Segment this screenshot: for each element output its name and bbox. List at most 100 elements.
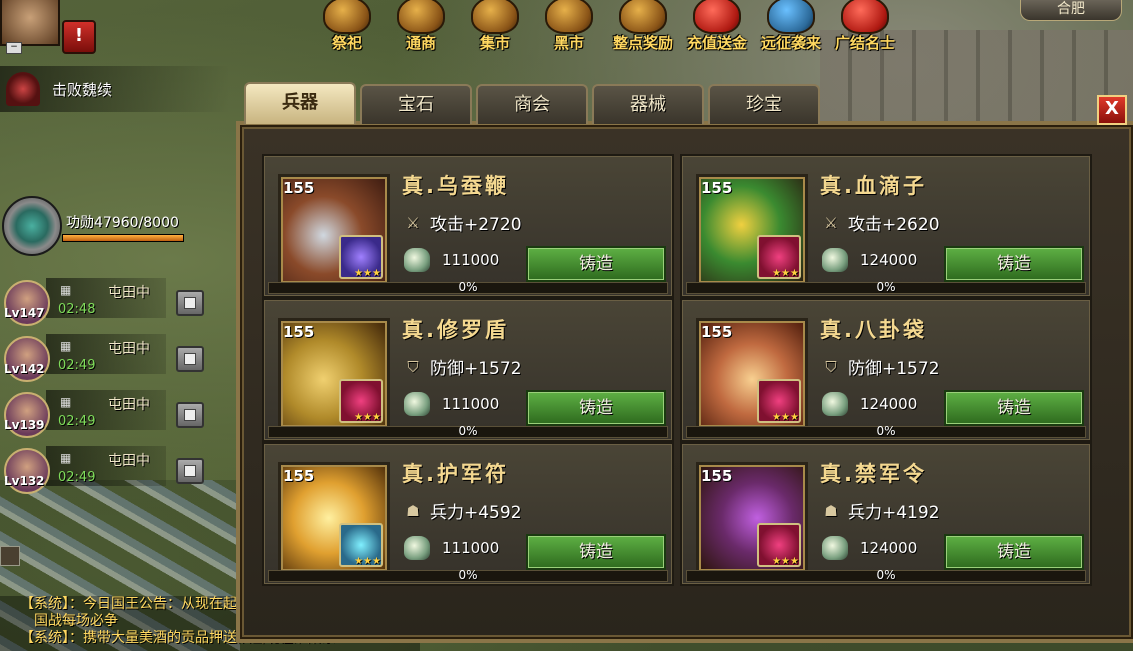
farm-row[interactable]: Lv139 ▦ 屯田中 02:49 (0, 390, 210, 446)
merit-bar-fill (63, 235, 183, 241)
cauldron-icon (323, 0, 371, 34)
chat-toggle-button[interactable] (0, 546, 20, 566)
star-rating: ★★★ (772, 268, 799, 279)
item-card: 155 ★★★ 真.禁军令 ☗ 兵力+4192 124000 铸造 0% (680, 442, 1092, 586)
close-button[interactable]: X (1097, 95, 1127, 125)
nav-expedition[interactable]: 远征袭来 (754, 0, 828, 56)
silver-icon (822, 248, 848, 272)
forge-progress: 0% (268, 424, 668, 438)
soldier-icon: ☗ (824, 501, 838, 520)
bell-icon (619, 0, 667, 34)
farm-toggle-button[interactable] (176, 458, 204, 484)
item-cost: 124000 (822, 536, 917, 560)
nav-trade[interactable]: 通商 (384, 0, 458, 56)
star-rating: ★★★ (354, 556, 381, 567)
item-stat: ⚔ 攻击+2620 (822, 210, 939, 236)
item-card: 155 ★★★ 真.修罗盾 ⛉ 防御+1572 111000 铸造 0% (262, 298, 674, 442)
tab-machinery[interactable]: 器械 (592, 84, 704, 124)
item-level: 155 (283, 323, 315, 341)
farm-row[interactable]: Lv142 ▦ 屯田中 02:49 (0, 334, 210, 390)
forge-button[interactable]: 铸造 (526, 246, 666, 282)
item-level: 155 (701, 179, 733, 197)
item-card: 155 ★★★ 真.血滴子 ⚔ 攻击+2620 124000 铸造 0% (680, 154, 1092, 298)
chest-icon (397, 0, 445, 34)
farm-list: Lv147 ▦ 屯田中 02:48 Lv142 ▦ 屯田中 02:49 Lv13… (0, 278, 210, 502)
gift-icon (693, 0, 741, 34)
item-name: 真.护军符 (402, 462, 509, 486)
forge-button[interactable]: 铸造 (944, 534, 1084, 570)
quest-row[interactable]: 击败魏续 (0, 66, 230, 112)
merit-panel[interactable]: 功勋47960/8000 (2, 196, 212, 256)
flag-icon: ▦ (60, 451, 72, 465)
merit-text: 功勋47960/8000 (66, 215, 179, 231)
forge-button[interactable]: 铸造 (526, 390, 666, 426)
farm-toggle-button[interactable] (176, 402, 204, 428)
item-cost: 111000 (404, 392, 499, 416)
item-name: 真.乌蚕鞭 (402, 174, 509, 198)
soldier-icon: ☗ (406, 501, 420, 520)
star-rating: ★★★ (354, 412, 381, 423)
nav-recharge[interactable]: 充值送金 (680, 0, 754, 56)
blackmarket-icon (545, 0, 593, 34)
forge-progress: 0% (268, 568, 668, 582)
silver-icon (404, 392, 430, 416)
flag-icon: ▦ (60, 283, 72, 297)
tab-gems[interactable]: 宝石 (360, 84, 472, 124)
item-cost: 111000 (404, 536, 499, 560)
lantern-icon (841, 0, 889, 34)
nav-market[interactable]: 集市 (458, 0, 532, 56)
merit-emblem-icon (2, 196, 62, 256)
tab-weapons[interactable]: 兵器 (244, 82, 356, 124)
item-stat: ⛉ 防御+1572 (822, 354, 939, 380)
item-image[interactable]: 155 ★★★ (696, 318, 808, 430)
alert-button[interactable]: ! (62, 20, 96, 54)
forge-progress: 0% (268, 280, 668, 294)
item-level: 155 (283, 467, 315, 485)
item-stat: ⛉ 防御+1572 (404, 354, 521, 380)
nav-recruit[interactable]: 广结名士 (828, 0, 902, 56)
item-name: 真.禁军令 (820, 462, 927, 486)
item-stat: ☗ 兵力+4592 (404, 498, 521, 524)
shield-icon: ⛉ (825, 357, 837, 376)
shield-icon: ⛉ (407, 357, 419, 376)
item-level: 155 (701, 323, 733, 341)
item-grid: 155 ★★★ 真.乌蚕鞭 ⚔ 攻击+2720 111000 铸造 0% 155 … (262, 154, 1092, 586)
farm-row[interactable]: Lv147 ▦ 屯田中 02:48 (0, 278, 210, 334)
item-name: 真.八卦袋 (820, 318, 927, 342)
forge-button[interactable]: 铸造 (944, 390, 1084, 426)
nav-hourly-reward[interactable]: 整点奖励 (606, 0, 680, 56)
item-image[interactable]: 155 ★★★ (278, 174, 390, 286)
expedition-icon (767, 0, 815, 34)
item-image[interactable]: 155 ★★★ (278, 462, 390, 574)
item-cost: 124000 (822, 248, 917, 272)
player-avatar[interactable] (0, 0, 60, 46)
star-rating: ★★★ (772, 412, 799, 423)
city-name-button[interactable]: 合肥 (1020, 0, 1122, 21)
nav-black-market[interactable]: 黑市 (532, 0, 606, 56)
farm-toggle-button[interactable] (176, 346, 204, 372)
item-image[interactable]: 155 ★★★ (696, 174, 808, 286)
silver-icon (822, 536, 848, 560)
tab-treasures[interactable]: 珍宝 (708, 84, 820, 124)
item-cost: 124000 (822, 392, 917, 416)
market-icon (471, 0, 519, 34)
item-name: 真.修罗盾 (402, 318, 509, 342)
item-stat: ⚔ 攻击+2720 (404, 210, 521, 236)
forge-progress: 0% (686, 424, 1086, 438)
farm-row[interactable]: Lv132 ▦ 屯田中 02:49 (0, 446, 210, 502)
quest-text: 击败魏续 (52, 80, 113, 99)
forge-button[interactable]: 铸造 (526, 534, 666, 570)
farm-toggle-button[interactable] (176, 290, 204, 316)
merit-bar (62, 234, 184, 242)
collapse-button[interactable]: − (6, 42, 22, 54)
item-image[interactable]: 155 ★★★ (278, 318, 390, 430)
forge-button[interactable]: 铸造 (944, 246, 1084, 282)
item-card: 155 ★★★ 真.乌蚕鞭 ⚔ 攻击+2720 111000 铸造 0% (262, 154, 674, 298)
nav-sacrifice[interactable]: 祭祀 (310, 0, 384, 56)
item-level: 155 (701, 467, 733, 485)
flag-icon: ▦ (60, 395, 72, 409)
star-rating: ★★★ (354, 268, 381, 279)
tab-guild[interactable]: 商会 (476, 84, 588, 124)
item-image[interactable]: 155 ★★★ (696, 462, 808, 574)
item-card: 155 ★★★ 真.护军符 ☗ 兵力+4592 111000 铸造 0% (262, 442, 674, 586)
